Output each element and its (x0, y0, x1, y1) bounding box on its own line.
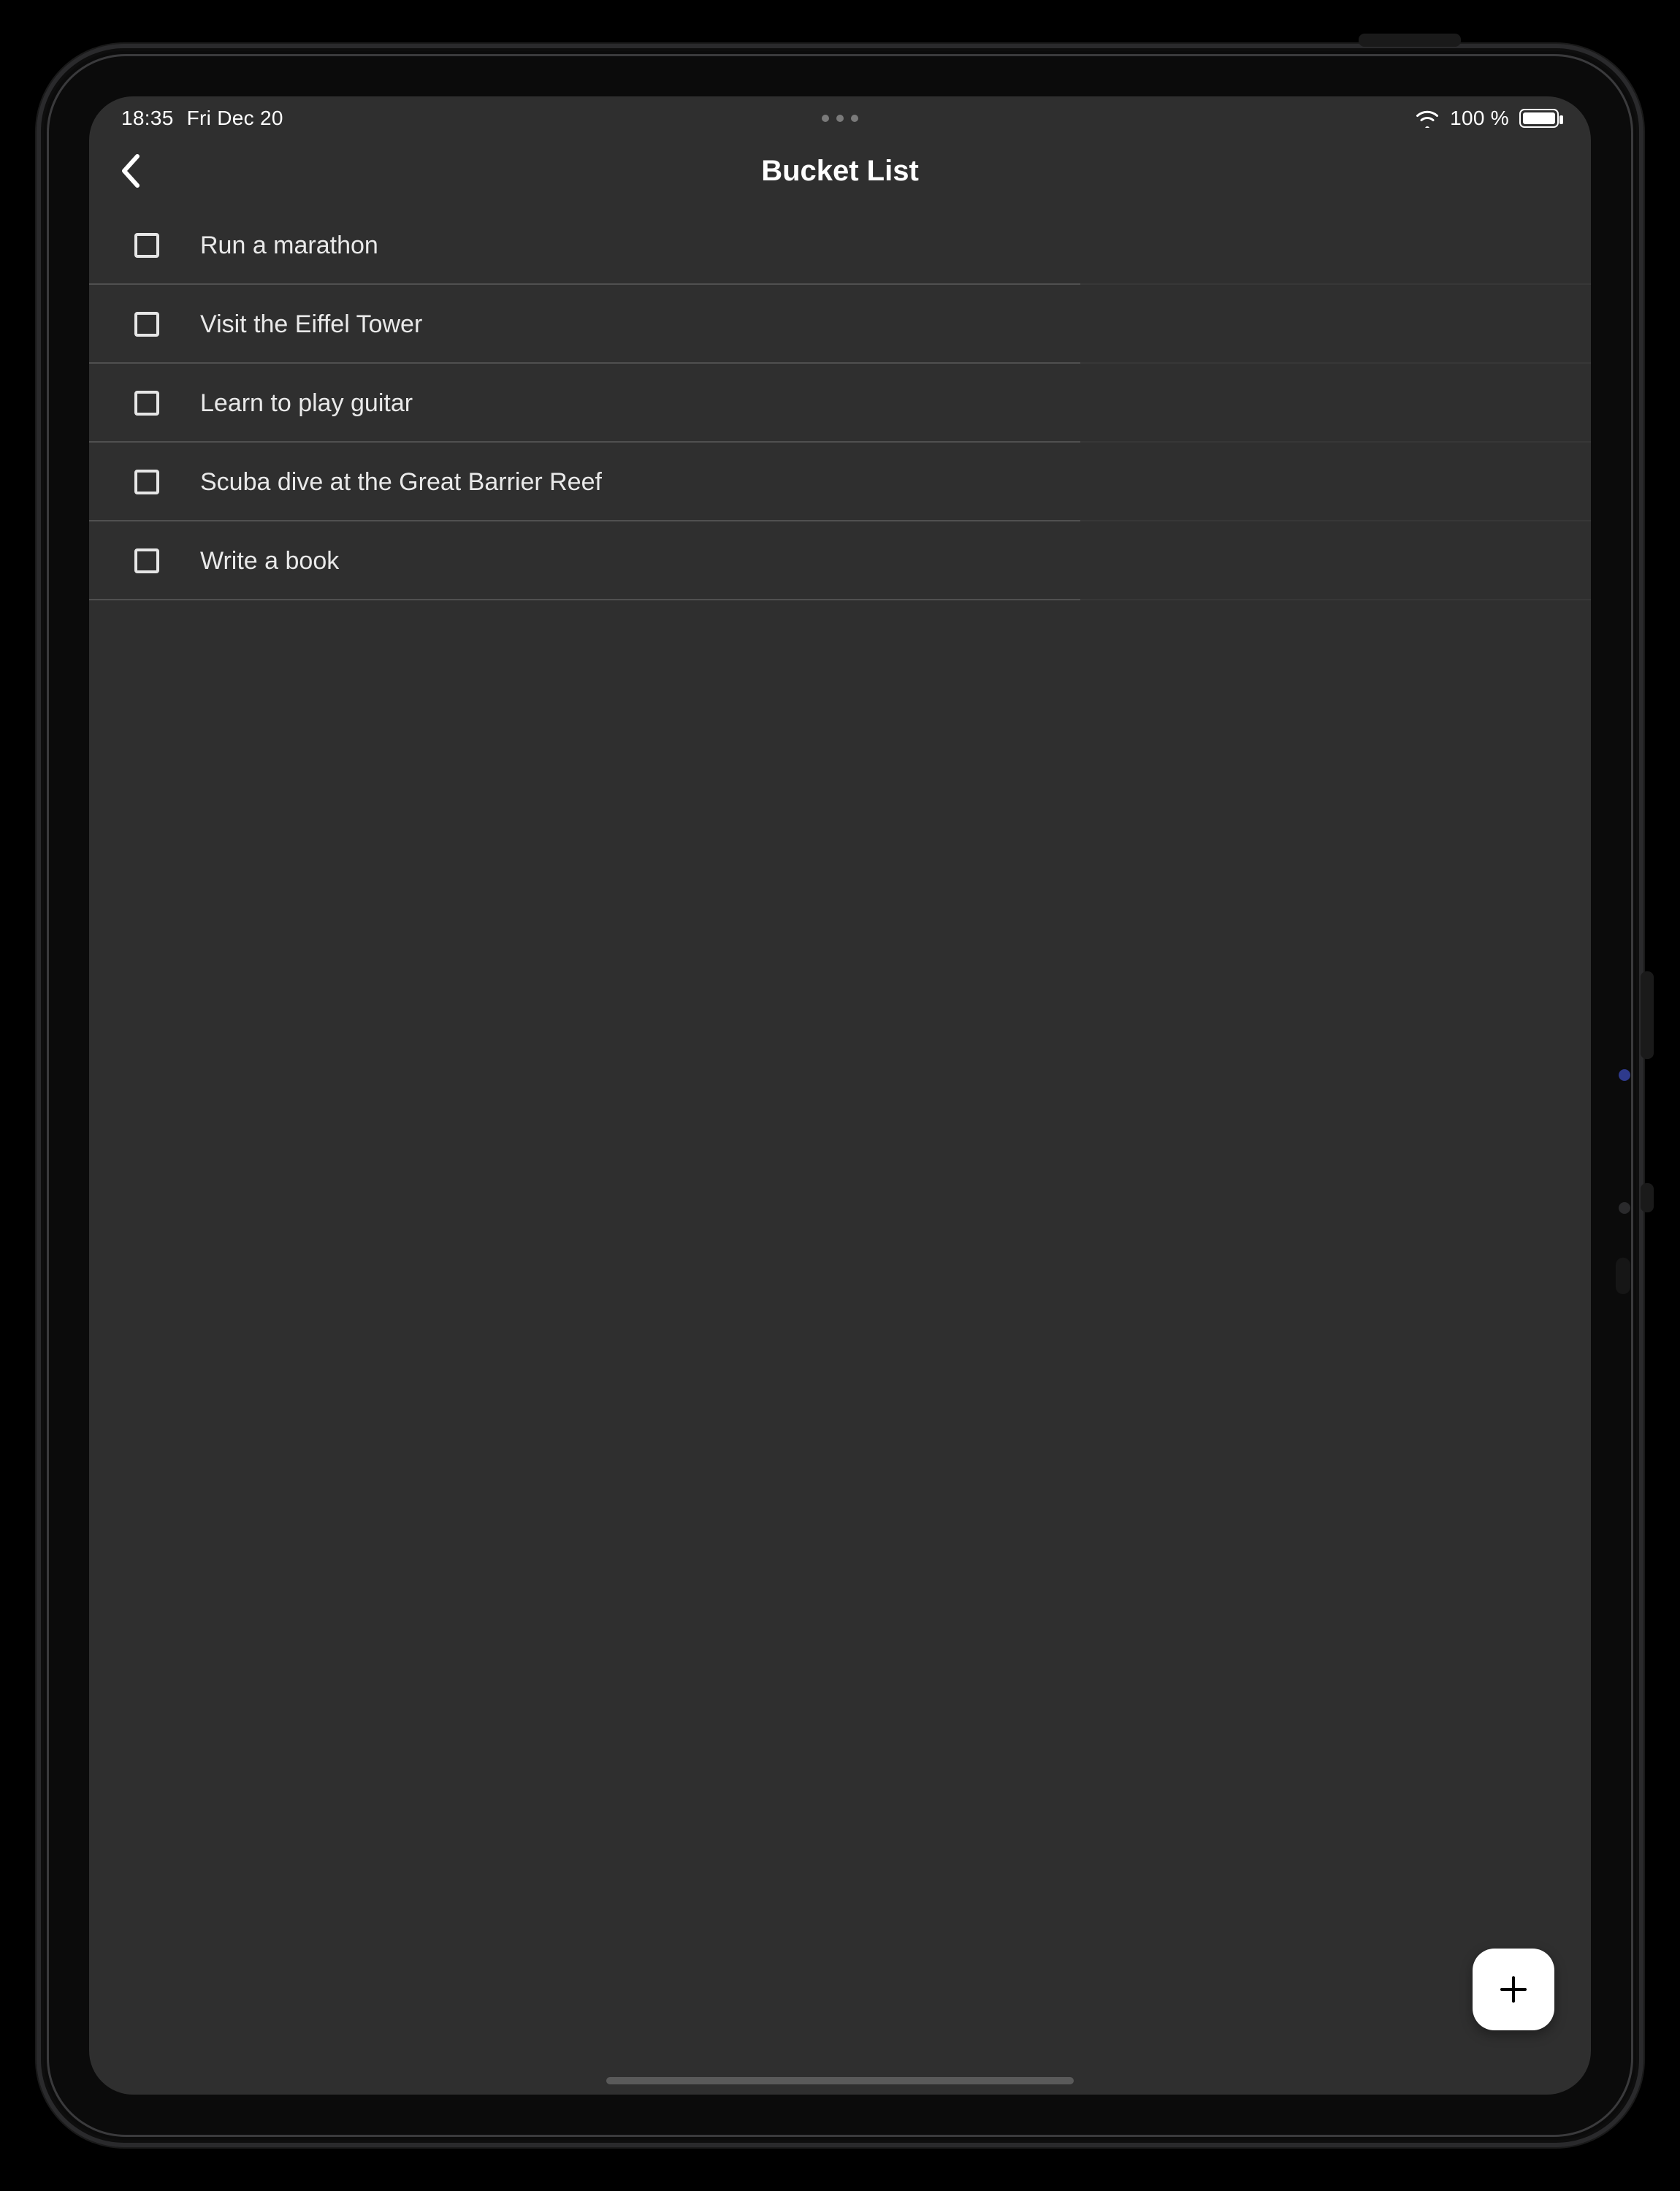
list-item-label: Learn to play guitar (200, 389, 413, 418)
bucket-list: Run a marathon Visit the Eiffel Tower Le… (89, 206, 1591, 600)
page-title: Bucket List (761, 155, 919, 188)
checkbox[interactable] (134, 470, 159, 494)
device-side-indicator (1619, 1202, 1630, 1214)
back-button[interactable] (110, 149, 153, 193)
screen: 18:35 Fri Dec 20 100 % (89, 96, 1591, 2095)
device-volume-down (1641, 1183, 1654, 1212)
list-item[interactable]: Visit the Eiffel Tower (89, 285, 1591, 364)
device-side-indicator (1619, 1069, 1630, 1081)
list-item-label: Visit the Eiffel Tower (200, 310, 422, 339)
add-item-fab[interactable] (1473, 1949, 1554, 2030)
checkbox[interactable] (134, 233, 159, 258)
wifi-icon (1415, 109, 1440, 128)
checkbox[interactable] (134, 312, 159, 337)
list-item[interactable]: Learn to play guitar (89, 364, 1591, 443)
status-time: 18:35 (121, 107, 174, 130)
divider (89, 599, 1591, 600)
list-item-label: Run a marathon (200, 232, 378, 260)
checkbox[interactable] (134, 391, 159, 416)
battery-icon (1519, 109, 1559, 128)
status-bar: 18:35 Fri Dec 20 100 % (89, 96, 1591, 140)
status-battery-text: 100 % (1450, 107, 1509, 130)
device-volume-up (1641, 971, 1654, 1059)
device-side-indicator (1616, 1258, 1630, 1294)
checkbox[interactable] (134, 548, 159, 573)
home-indicator[interactable] (606, 2077, 1074, 2084)
multitask-dots-icon[interactable] (822, 115, 858, 122)
chevron-left-icon (120, 153, 143, 188)
device-frame: 18:35 Fri Dec 20 100 % (37, 44, 1643, 2147)
list-item-label: Scuba dive at the Great Barrier Reef (200, 468, 602, 497)
list-item[interactable]: Write a book (89, 521, 1591, 600)
status-date: Fri Dec 20 (187, 107, 283, 130)
list-item[interactable]: Run a marathon (89, 206, 1591, 285)
nav-bar: Bucket List (89, 140, 1591, 202)
device-power-button (1359, 34, 1461, 47)
list-item[interactable]: Scuba dive at the Great Barrier Reef (89, 443, 1591, 521)
plus-icon (1497, 1973, 1530, 2005)
list-item-label: Write a book (200, 547, 339, 576)
